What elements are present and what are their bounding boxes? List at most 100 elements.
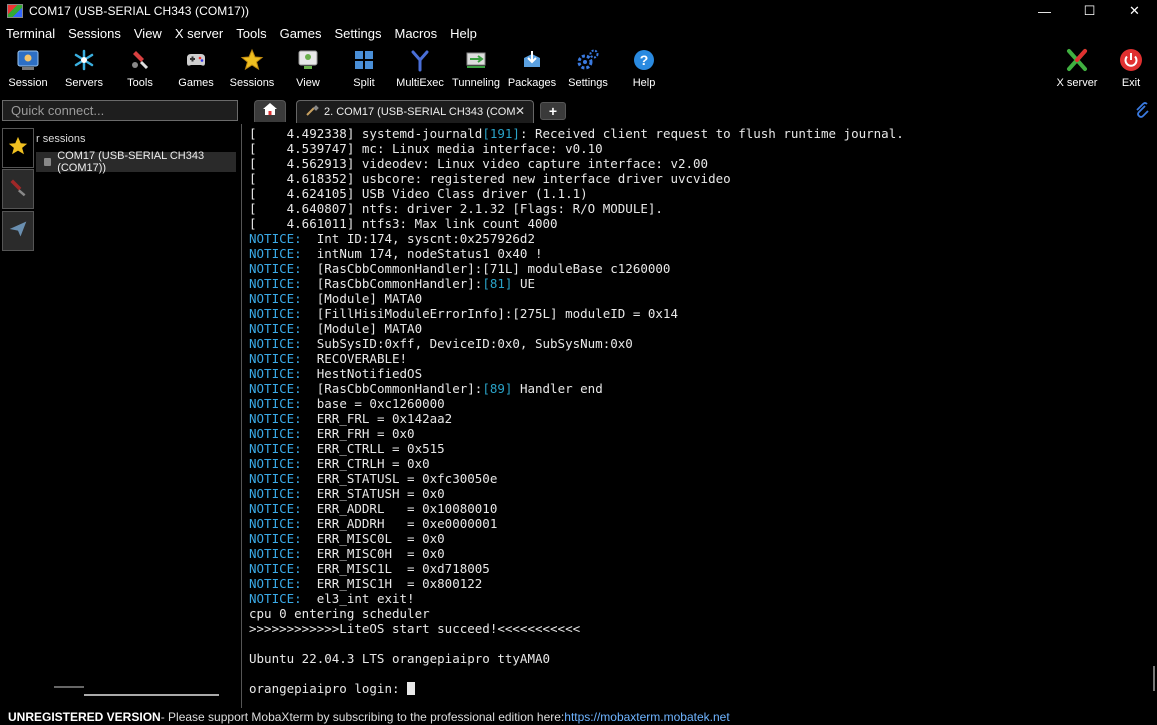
multiexec-label: MultiExec — [396, 77, 444, 89]
session-item-com17[interactable]: COM17 (USB-SERIAL CH343 (COM17)) — [36, 150, 236, 174]
tab-close-icon[interactable]: ✕ — [515, 104, 525, 118]
terminal-line: NOTICE: ERR_CTRLL = 0x515 — [249, 441, 904, 456]
star-icon — [7, 135, 29, 162]
notice-text: [RasCbbCommonHandler]: — [301, 276, 483, 291]
sessions-button[interactable]: Sessions — [224, 44, 280, 94]
side-tab-sessions[interactable] — [2, 128, 34, 168]
xserver-icon — [1064, 47, 1090, 73]
settings-button[interactable]: Settings — [560, 44, 616, 94]
notice-text: el3_int exit! — [301, 591, 415, 606]
terminal-line: NOTICE: ERR_FRH = 0x0 — [249, 426, 904, 441]
boot-timestamp: [ 4.492338] — [249, 126, 362, 141]
tunneling-button[interactable]: Tunneling — [448, 44, 504, 94]
quick-connect-input[interactable]: Quick connect... — [2, 100, 238, 121]
notice-text: ERR_ADDRL = 0x10080010 — [301, 501, 498, 516]
menu-settings[interactable]: Settings — [335, 26, 382, 41]
menu-bar: Terminal Sessions View X server Tools Ga… — [0, 23, 1157, 43]
tools-button[interactable]: Tools — [112, 44, 168, 94]
mobaxterm-link[interactable]: https://mobaxterm.mobatek.net — [564, 710, 729, 724]
menu-view[interactable]: View — [134, 26, 162, 41]
exit-button[interactable]: Exit — [1105, 44, 1157, 94]
session-button[interactable]: Session — [0, 44, 56, 94]
settings-label: Settings — [568, 77, 608, 89]
session-item-label: COM17 (USB-SERIAL CH343 (COM17)) — [57, 150, 205, 174]
notice-label: NOTICE: — [249, 471, 302, 486]
side-tab-macros[interactable] — [2, 211, 34, 251]
boot-text: mc: Linux media interface: v0.10 — [361, 141, 603, 156]
side-tab-tools[interactable] — [2, 169, 34, 209]
menu-tools[interactable]: Tools — [236, 26, 266, 41]
exit-label: Exit — [1121, 77, 1141, 89]
menu-macros[interactable]: Macros — [394, 26, 437, 41]
console-text: cpu 0 entering scheduler — [249, 606, 430, 621]
boot-timestamp: [ 4.539747] — [249, 141, 362, 156]
terminal-line: NOTICE: HestNotifiedOS — [249, 366, 904, 381]
terminal-line: NOTICE: [FillHisiModuleErrorInfo]:[275L]… — [249, 306, 904, 321]
minimize-button[interactable]: — — [1022, 0, 1067, 22]
close-button[interactable]: ✕ — [1112, 0, 1157, 22]
menu-help[interactable]: Help — [450, 26, 477, 41]
login-prompt-line: orangepiaipro login: — [249, 681, 904, 696]
terminal-line: >>>>>>>>>>>>LiteOS start succeed!<<<<<<<… — [249, 621, 904, 636]
help-icon: ? — [631, 47, 657, 73]
terminal-line: cpu 0 entering scheduler — [249, 606, 904, 621]
split-icon — [351, 47, 377, 73]
terminal-line: [ 4.624105] USB Video Class driver (1.1.… — [249, 186, 904, 201]
notice-label: NOTICE: — [249, 321, 302, 336]
menu-xserver[interactable]: X server — [175, 26, 223, 41]
terminal-scrollbar[interactable] — [1153, 666, 1155, 691]
help-label: Help — [632, 77, 656, 89]
terminal[interactable]: [ 4.492338] systemd-journald[191]: Recei… — [241, 124, 1157, 708]
menu-terminal[interactable]: Terminal — [6, 26, 55, 41]
line-number: [81] — [482, 276, 513, 291]
notice-label: NOTICE: — [249, 576, 302, 591]
notice-label: NOTICE: — [249, 351, 302, 366]
maximize-button[interactable]: ☐ — [1067, 0, 1112, 22]
star-icon — [239, 47, 265, 73]
tools-icon — [8, 177, 28, 202]
notice-text: ERR_MISC0H = 0x0 — [301, 546, 445, 561]
games-button[interactable]: Games — [168, 44, 224, 94]
tab-com17[interactable]: 2. COM17 (USB-SERIAL CH343 (COM ✕ — [296, 100, 534, 123]
notice-label: NOTICE: — [249, 411, 302, 426]
terminal-line: NOTICE: [RasCbbCommonHandler]:[81] UE — [249, 276, 904, 291]
notice-text: RECOVERABLE! — [301, 351, 408, 366]
home-tab[interactable] — [254, 100, 286, 122]
notice-text: [FillHisiModuleErrorInfo]:[275L] moduleI… — [301, 306, 678, 321]
terminal-line: [ 4.492338] systemd-journald[191]: Recei… — [249, 126, 904, 141]
terminal-line: [ 4.562913] videodev: Linux video captur… — [249, 156, 904, 171]
window-title: COM17 (USB-SERIAL CH343 (COM17)) — [29, 4, 250, 18]
menu-games[interactable]: Games — [280, 26, 322, 41]
multiexec-button[interactable]: MultiExec — [392, 44, 448, 94]
terminal-line: [ 4.640807] ntfs: driver 2.1.32 [Flags: … — [249, 201, 904, 216]
boot-text: videodev: Linux video capture interface:… — [361, 156, 709, 171]
servers-button[interactable]: Servers — [56, 44, 112, 94]
attachment-icon[interactable] — [1135, 102, 1149, 122]
notice-text: ERR_MISC0L = 0x0 — [301, 531, 445, 546]
sessions-scrollbar[interactable] — [84, 694, 219, 696]
boot-text: usbcore: registered new interface driver… — [361, 171, 731, 186]
xserver-button[interactable]: X server — [1049, 44, 1105, 94]
terminal-line: NOTICE: ERR_ADDRH = 0xe0000001 — [249, 516, 904, 531]
notice-text: [RasCbbCommonHandler]: — [301, 381, 483, 396]
notice-text-tail: UE — [512, 276, 535, 291]
notice-label: NOTICE: — [249, 381, 302, 396]
terminal-line: NOTICE: [RasCbbCommonHandler]:[89] Handl… — [249, 381, 904, 396]
tab-label: 2. COM17 (USB-SERIAL CH343 (COM — [324, 106, 516, 118]
packages-button[interactable]: Packages — [504, 44, 560, 94]
notice-text-tail: Handler end — [512, 381, 603, 396]
help-button[interactable]: ? Help — [616, 44, 672, 94]
view-button[interactable]: View — [280, 44, 336, 94]
status-bar: UNREGISTERED VERSION - Please support Mo… — [0, 709, 1157, 725]
boot-text: ntfs3: Max link count 4000 — [361, 216, 558, 231]
notice-label: NOTICE: — [249, 396, 302, 411]
notice-text: HestNotifiedOS — [301, 366, 423, 381]
boot-text: ntfs: driver 2.1.32 [Flags: R/O MODULE]. — [361, 201, 663, 216]
menu-sessions[interactable]: Sessions — [68, 26, 121, 41]
boot-text-tail: : Received client request to flush runti… — [519, 126, 904, 141]
notice-label: NOTICE: — [249, 546, 302, 561]
split-button[interactable]: Split — [336, 44, 392, 94]
new-tab-button[interactable]: + — [540, 102, 566, 120]
terminal-line: NOTICE: intNum 174, nodeStatus1 0x40 ! — [249, 246, 904, 261]
